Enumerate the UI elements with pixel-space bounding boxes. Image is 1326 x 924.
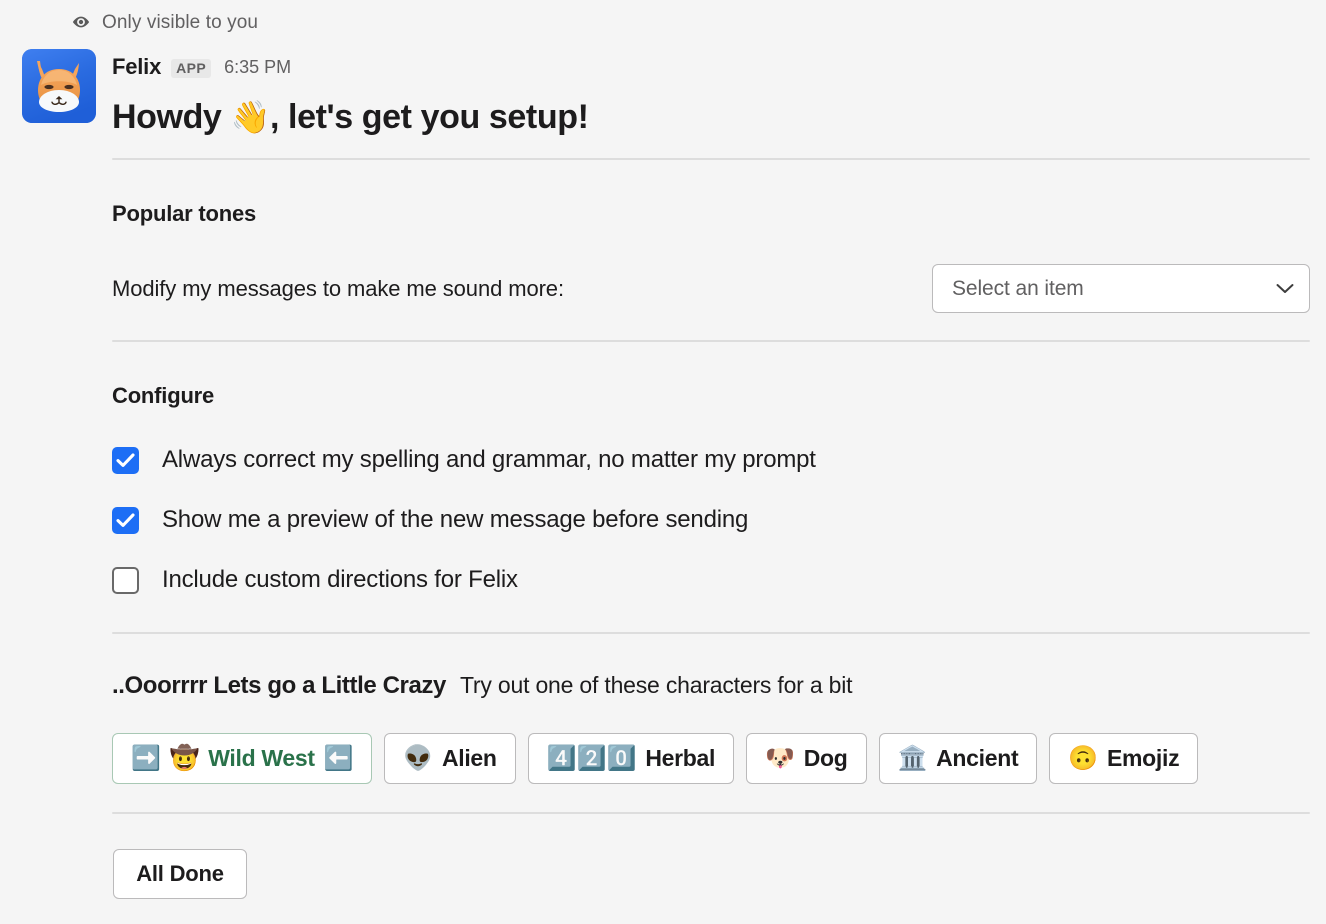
message-headline: Howdy 👋, let's get you setup!	[112, 96, 589, 139]
divider	[112, 340, 1310, 342]
message-timestamp[interactable]: 6:35 PM	[224, 58, 291, 76]
checkbox-row[interactable]: Always correct my spelling and grammar, …	[112, 430, 1212, 490]
checkbox-unchecked-icon[interactable]	[112, 567, 139, 594]
message-header: Felix APP 6:35 PM	[112, 52, 291, 82]
configure-title: Configure	[112, 385, 214, 407]
sender-name[interactable]: Felix	[112, 56, 161, 78]
character-button-label: Alien	[442, 747, 497, 770]
keycap-420-icon: 4️⃣2️⃣0️⃣	[547, 747, 637, 771]
character-button-alien[interactable]: 👽 Alien	[384, 733, 515, 784]
dog-face-icon: 🐶	[765, 747, 795, 771]
alien-icon: 👽	[403, 747, 433, 771]
popular-tones-title: Popular tones	[112, 203, 256, 225]
checkbox-row[interactable]: Include custom directions for Felix	[112, 550, 1212, 610]
character-button-herbal[interactable]: 4️⃣2️⃣0️⃣ Herbal	[528, 733, 734, 784]
crazy-heading-line: ..Ooorrrr Lets go a Little Crazy Try out…	[112, 674, 852, 698]
ephemeral-notice: Only visible to you	[72, 8, 258, 36]
checkbox-row[interactable]: Show me a preview of the new message bef…	[112, 490, 1212, 550]
cowboy-hat-face-icon: 🤠	[170, 747, 200, 771]
character-buttons: ➡️ 🤠 Wild West ⬅️ 👽 Alien 4️⃣2️⃣0️⃣ Herb…	[112, 733, 1198, 784]
divider	[112, 158, 1310, 160]
character-button-dog[interactable]: 🐶 Dog	[746, 733, 866, 784]
headline-text-after: , let's get you setup!	[270, 98, 589, 136]
character-button-wild-west[interactable]: ➡️ 🤠 Wild West ⬅️	[112, 733, 372, 784]
arrow-right-icon: ➡️	[131, 747, 161, 771]
all-done-button[interactable]: All Done	[113, 849, 247, 899]
classical-building-icon: 🏛️	[898, 747, 928, 771]
upside-down-face-icon: 🙃	[1068, 747, 1098, 771]
character-button-label: Wild West	[208, 747, 315, 770]
arrow-left-icon: ⬅️	[324, 747, 354, 771]
tone-label: Modify my messages to make me sound more…	[112, 278, 564, 300]
chevron-down-icon	[1276, 283, 1294, 294]
divider	[112, 812, 1310, 814]
tone-select-value: Select an item	[952, 278, 1084, 299]
character-button-label: Herbal	[645, 747, 715, 770]
checkbox-label: Include custom directions for Felix	[162, 568, 518, 592]
fox-avatar[interactable]	[22, 49, 96, 123]
character-button-label: Emojiz	[1107, 747, 1179, 770]
app-badge: APP	[171, 59, 211, 78]
character-button-label: Dog	[804, 747, 848, 770]
tone-select[interactable]: Select an item	[932, 264, 1310, 313]
character-button-ancient[interactable]: 🏛️ Ancient	[879, 733, 1038, 784]
slack-message-page: Only visible to you	[0, 0, 1326, 924]
checkbox-label: Show me a preview of the new message bef…	[162, 508, 748, 532]
divider	[112, 632, 1310, 634]
character-button-emojiz[interactable]: 🙃 Emojiz	[1049, 733, 1198, 784]
checkbox-label: Always correct my spelling and grammar, …	[162, 448, 816, 472]
crazy-heading: ..Ooorrrr Lets go a Little Crazy	[112, 674, 446, 698]
headline-text-before: Howdy	[112, 98, 231, 136]
waving-hand-icon: 👋	[231, 99, 270, 135]
checkbox-checked-icon[interactable]	[112, 447, 139, 474]
popular-tones-row: Modify my messages to make me sound more…	[112, 264, 1310, 313]
character-button-label: Ancient	[936, 747, 1018, 770]
crazy-subtext: Try out one of these characters for a bi…	[460, 674, 852, 697]
eye-icon	[72, 13, 90, 31]
checkbox-checked-icon[interactable]	[112, 507, 139, 534]
configure-checkbox-list: Always correct my spelling and grammar, …	[112, 430, 1212, 610]
ephemeral-label: Only visible to you	[102, 13, 258, 32]
